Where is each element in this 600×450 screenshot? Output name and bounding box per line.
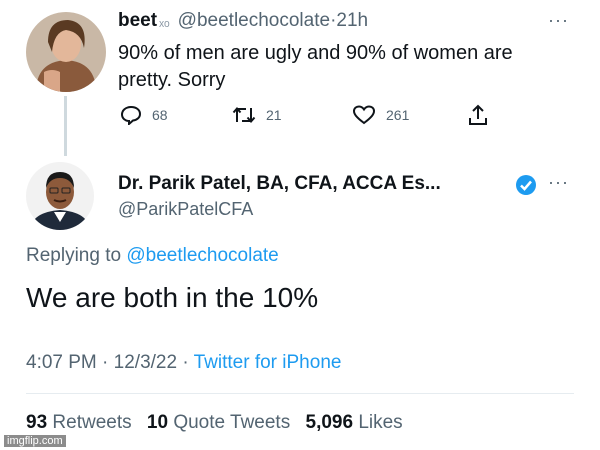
tweet1-text: 90% of men are ugly and 90% of women are… — [118, 42, 513, 91]
imgflip-watermark: imgflip.com — [4, 435, 66, 447]
stats-divider — [26, 393, 574, 394]
likes-count: 5,096 — [305, 412, 354, 433]
tweet1-reply-count: 68 — [152, 107, 168, 123]
replying-to: Replying to @beetlechocolate — [26, 245, 279, 267]
thread-connector — [64, 96, 67, 156]
tweet1-share-button[interactable] — [468, 104, 488, 126]
likes-label: Likes — [358, 412, 403, 433]
tweet1-more-icon[interactable]: ··· — [548, 10, 569, 31]
retweets-count: 93 — [26, 412, 48, 433]
tweet2-stats: 93 Retweets 10 Quote Tweets 5,096 Likes — [26, 412, 413, 434]
avatar-parik-patel[interactable] — [26, 162, 94, 230]
likes-stat[interactable]: 5,096 Likes — [306, 412, 403, 433]
avatar-beet-image — [26, 12, 106, 92]
tweet2-text: We are both in the 10% — [26, 282, 319, 313]
tweet2-time[interactable]: 4:07 PM — [26, 352, 97, 373]
tweet1-name-symbol: ₓₒ — [159, 13, 170, 30]
tweet1-like-button[interactable]: 261 — [352, 105, 409, 125]
tweet1-time[interactable]: 21h — [336, 10, 368, 31]
tweet1-reply-button[interactable]: 68 — [120, 105, 168, 125]
quote-tweets-count: 10 — [146, 412, 169, 433]
avatar-parik-patel-image — [26, 162, 94, 230]
tweet1-retweet-count: 21 — [266, 107, 282, 123]
tweet1-display-name[interactable]: beet — [118, 10, 157, 31]
tweet2-handle[interactable]: @ParikPatelCFA — [118, 199, 253, 220]
replying-to-prefix: Replying to — [26, 245, 122, 266]
share-icon — [469, 104, 487, 125]
tweet2-source[interactable]: Twitter for iPhone — [194, 352, 342, 373]
tweet2-display-name[interactable]: Dr. Parik Patel, BA, CFA, ACCA Es... — [118, 173, 441, 195]
tweet1-like-count: 261 — [386, 107, 410, 123]
retweets-label: Retweets — [52, 412, 132, 433]
meta-dot: · — [182, 352, 189, 373]
heart-icon — [352, 105, 376, 125]
tweet1-handle[interactable]: @beetlechocolate — [178, 10, 330, 31]
tweet2-date[interactable]: 12/3/22 — [114, 352, 177, 373]
meta-dot: · — [102, 352, 109, 373]
quote-tweets-label: Quote Tweets — [173, 412, 291, 433]
reply-icon — [120, 105, 142, 125]
verified-badge-icon — [516, 175, 536, 195]
retweets-stat[interactable]: 93 Retweets — [26, 412, 132, 433]
quote-tweets-stat[interactable]: 10 Quote Tweets — [147, 412, 290, 433]
tweet1-header: beet ₓₒ @beetlechocolate·21h — [118, 10, 368, 32]
replying-to-handle[interactable]: @beetlechocolate — [126, 245, 278, 266]
tweet2-more-icon[interactable]: ··· — [548, 172, 569, 193]
avatar-beet[interactable] — [26, 12, 106, 92]
retweet-icon — [232, 106, 256, 124]
tweet1-retweet-button[interactable]: 21 — [232, 105, 282, 125]
tweet2-meta: 4:07 PM · 12/3/22 · Twitter for iPhone — [26, 352, 341, 374]
